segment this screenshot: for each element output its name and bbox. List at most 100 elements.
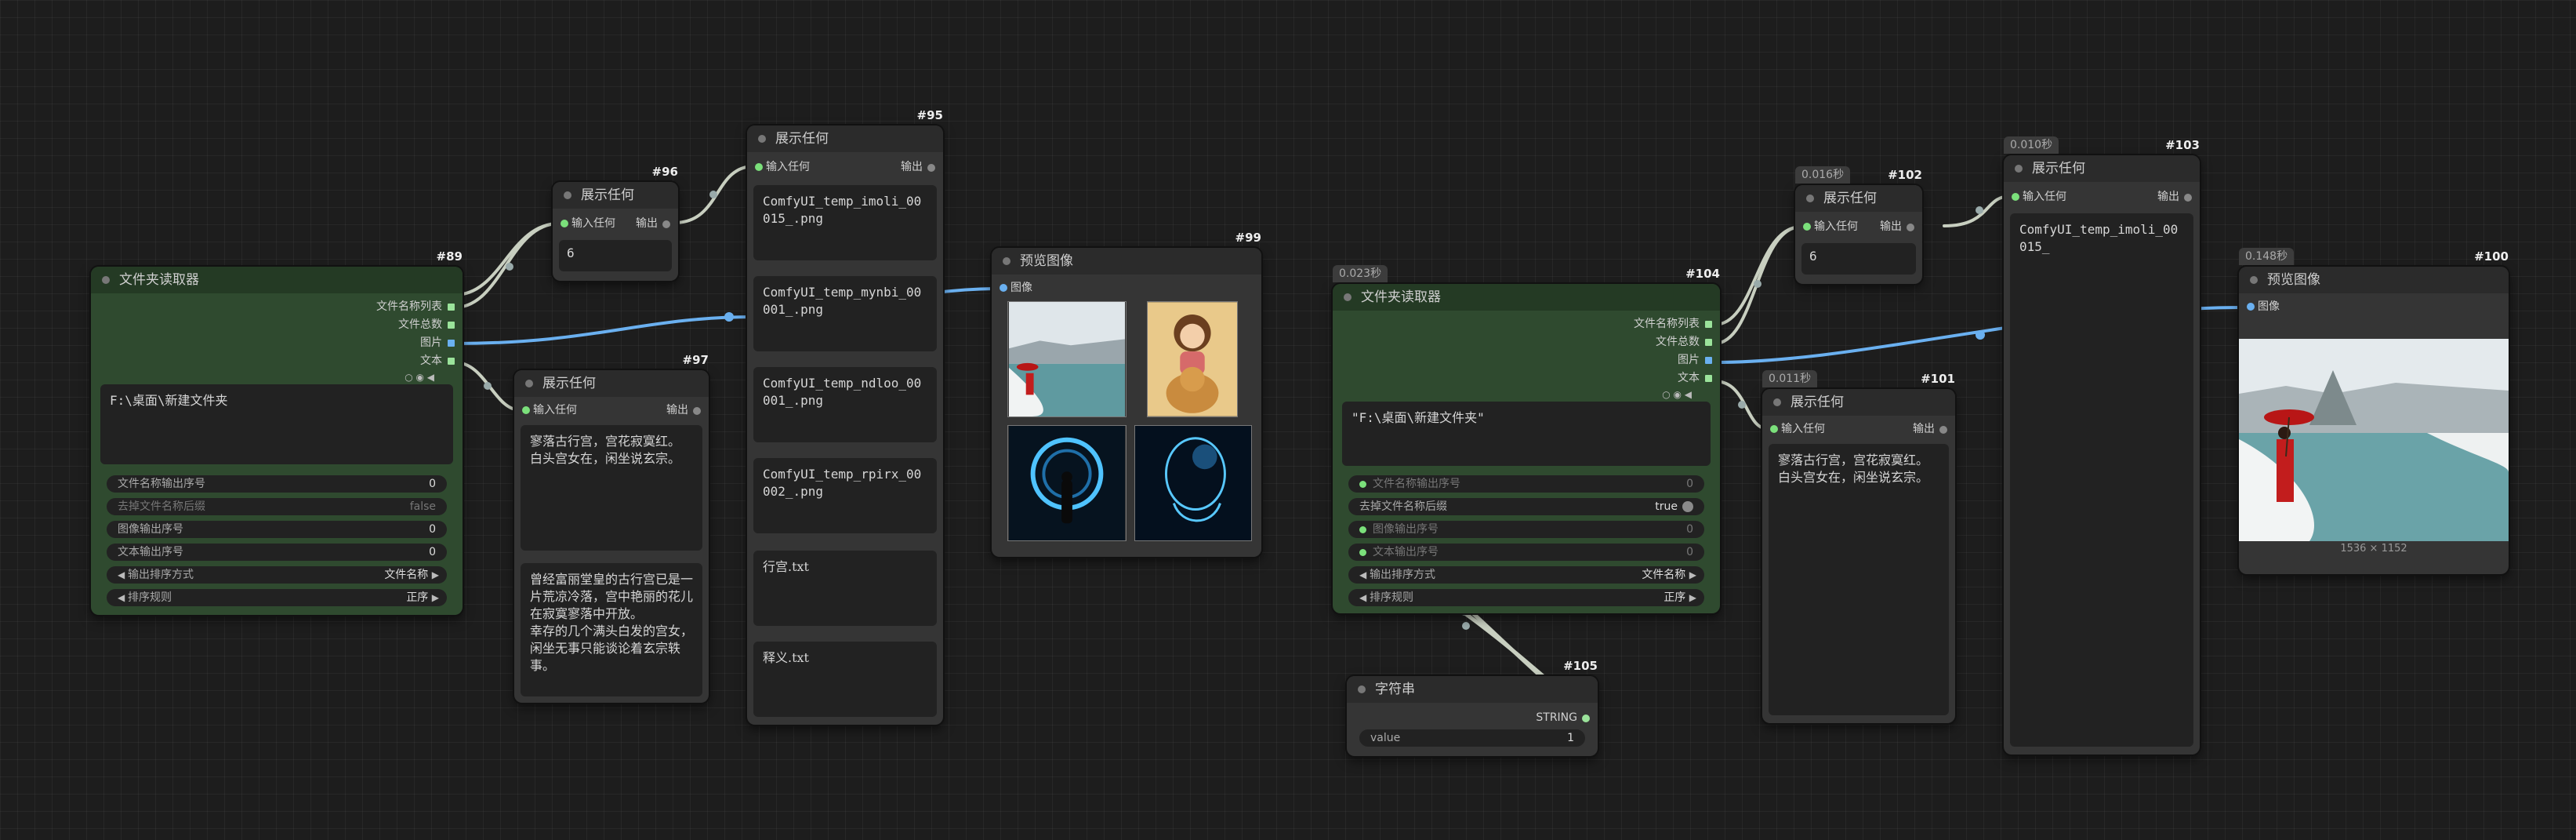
output-any[interactable]: 输出 <box>2157 188 2179 205</box>
output-socket-icon[interactable] <box>1705 339 1712 346</box>
output-socket-icon[interactable] <box>1705 357 1712 364</box>
display-textarea[interactable]: 释义.txt <box>753 642 937 717</box>
widget-image-index[interactable]: 图像输出序号 0 <box>1348 521 1704 538</box>
node-title-bar[interactable]: 展示任何 <box>1795 185 1922 212</box>
output-text[interactable]: 文本 <box>1678 369 1700 387</box>
output-socket-icon[interactable] <box>1705 375 1712 382</box>
output-any[interactable]: 输出 <box>636 215 658 232</box>
collapse-dot-icon[interactable] <box>564 191 571 199</box>
widget-text-index[interactable]: 文本输出序号 0 <box>1348 544 1704 561</box>
output-socket-icon[interactable] <box>2184 194 2192 202</box>
output-image[interactable]: 图片 <box>1678 351 1700 369</box>
image-thumbnail-snow-lake[interactable] <box>1007 301 1127 417</box>
output-file-count[interactable]: 文件总数 <box>398 316 442 333</box>
output-socket-icon[interactable] <box>1939 426 1947 434</box>
image-thumbnail-cyber-head[interactable] <box>1134 425 1252 541</box>
output-socket-icon[interactable] <box>448 322 455 329</box>
node-preview-image-100[interactable]: 0.148秒 #100 预览图像 图像 1536 × 1152 <box>2239 248 2509 574</box>
collapse-dot-icon[interactable] <box>525 380 533 387</box>
node-title-bar[interactable]: 展示任何 <box>553 182 678 209</box>
input-socket-icon[interactable] <box>522 406 530 414</box>
display-textarea[interactable]: ComfyUI_temp_imoli_00015_.png <box>753 185 937 260</box>
widget-input-socket-icon[interactable] <box>1359 548 1366 556</box>
left-arrow-icon[interactable]: ◀ <box>118 569 128 580</box>
output-socket-icon[interactable] <box>662 220 670 228</box>
input-socket-icon[interactable] <box>755 163 763 171</box>
output-any[interactable]: 输出 <box>901 158 923 176</box>
node-title-bar[interactable]: 展示任何 <box>747 125 943 152</box>
input-socket-icon[interactable] <box>2247 303 2255 311</box>
node-show-any-97[interactable]: #97 展示任何 输入任何 输出 寥落古行宫，宫花寂寞红。 白头宫女在，闲坐说玄… <box>514 353 709 703</box>
output-socket-icon[interactable] <box>693 407 701 415</box>
preview-image-snow-lake[interactable] <box>2239 339 2509 541</box>
node-string-105[interactable]: #105 字符串 STRING value 1 <box>1347 659 1598 756</box>
node-show-any-103[interactable]: 0.010秒 #103 展示任何 输入任何 输出 ComfyUI_temp_im… <box>2004 136 2200 755</box>
output-socket-icon[interactable] <box>448 340 455 347</box>
output-filename-list[interactable]: 文件名称列表 <box>376 298 442 315</box>
widget-filename-index[interactable]: 文件名称输出序号 0 <box>107 475 447 493</box>
output-socket-icon[interactable] <box>448 358 455 365</box>
output-file-count[interactable]: 文件总数 <box>1656 333 1700 351</box>
output-socket-icon[interactable] <box>1582 715 1590 722</box>
image-thumbnail-girl-dog[interactable] <box>1147 301 1238 417</box>
display-textarea[interactable]: 6 <box>1801 243 1916 275</box>
node-title-bar[interactable]: 预览图像 <box>2239 267 2509 293</box>
widget-strip-suffix[interactable]: 去掉文件名称后缀 false <box>107 498 447 515</box>
input-any[interactable]: 输入任何 <box>1795 218 1922 235</box>
widget-sort-order[interactable]: ◀ 排序规则 正序 ▶ <box>107 589 447 606</box>
widget-input-socket-icon[interactable] <box>1359 525 1366 533</box>
node-show-any-101[interactable]: 0.011秒 #101 展示任何 输入任何 输出 寥落古行宫，宫花寂寞红。 白头… <box>1762 370 1955 723</box>
display-textarea[interactable]: 曾经富丽堂皇的古行宫已是一片荒凉冷落，宫中艳丽的花儿在寂寞寥落中开放。 幸存的几… <box>521 563 702 696</box>
widget-sort-order[interactable]: ◀ 排序规则 正序 ▶ <box>1348 589 1704 606</box>
widget-input-socket-icon[interactable] <box>1359 480 1366 488</box>
widget-text-index[interactable]: 文本输出序号 0 <box>107 544 447 561</box>
right-arrow-icon[interactable]: ▶ <box>432 569 439 580</box>
widget-filename-index[interactable]: 文件名称输出序号 0 <box>1348 475 1704 493</box>
output-any[interactable]: 输出 <box>1913 420 1935 438</box>
node-title-bar[interactable]: 文件夹读取器 <box>1333 284 1720 311</box>
widget-image-index[interactable]: 图像输出序号 0 <box>107 521 447 538</box>
output-socket-icon[interactable] <box>1705 321 1712 328</box>
node-title-bar[interactable]: 预览图像 <box>992 248 1261 275</box>
output-socket-icon[interactable] <box>448 304 455 311</box>
node-title-bar[interactable]: 展示任何 <box>514 370 709 397</box>
input-socket-icon[interactable] <box>1000 284 1007 292</box>
output-string[interactable]: STRING <box>1536 709 1577 726</box>
node-show-any-95[interactable]: #95 展示任何 输入任何 输出 ComfyUI_temp_imoli_0001… <box>747 108 943 725</box>
node-title-bar[interactable]: 展示任何 <box>2004 155 2200 182</box>
node-title-bar[interactable]: 文件夹读取器 <box>91 267 463 293</box>
widget-sort-mode[interactable]: ◀ 输出排序方式 文件名称 ▶ <box>1348 566 1704 584</box>
output-any[interactable]: 输出 <box>666 402 688 419</box>
output-image[interactable]: 图片 <box>420 334 442 351</box>
input-any[interactable]: 输入任何 <box>553 215 678 232</box>
collapse-dot-icon[interactable] <box>102 276 110 284</box>
node-preview-image-99[interactable]: #99 预览图像 图像 <box>992 231 1261 557</box>
right-arrow-icon[interactable]: ▶ <box>1689 592 1696 603</box>
output-socket-icon[interactable] <box>927 164 935 172</box>
collapse-dot-icon[interactable] <box>1358 685 1366 693</box>
node-show-any-102[interactable]: 0.016秒 #102 展示任何 输入任何 输出 6 <box>1795 166 1922 284</box>
collapse-dot-icon[interactable] <box>2015 165 2023 173</box>
widget-value[interactable]: value 1 <box>1359 729 1585 747</box>
output-socket-icon[interactable] <box>1907 224 1914 231</box>
collapse-dot-icon[interactable] <box>1806 195 1814 202</box>
path-textarea[interactable]: "F:\桌面\新建文件夹" <box>1342 402 1711 466</box>
input-socket-icon[interactable] <box>561 220 568 227</box>
node-title-bar[interactable]: 展示任何 <box>1762 389 1955 416</box>
path-textarea[interactable]: F:\桌面\新建文件夹 <box>100 384 453 464</box>
node-show-any-96[interactable]: #96 展示任何 输入任何 输出 6 <box>553 165 678 281</box>
display-textarea[interactable]: ComfyUI_temp_mynbi_00001_.png <box>753 276 937 351</box>
widget-strip-suffix[interactable]: 去掉文件名称后缀 true <box>1348 498 1704 515</box>
input-socket-icon[interactable] <box>1803 223 1811 231</box>
display-textarea[interactable]: 寥落古行宫，宫花寂寞红。 白头宫女在，闲坐说玄宗。 <box>521 425 702 551</box>
display-textarea[interactable]: ComfyUI_temp_rpirx_00002_.png <box>753 458 937 533</box>
right-arrow-icon[interactable]: ▶ <box>1689 569 1696 580</box>
output-text[interactable]: 文本 <box>420 352 442 369</box>
input-image[interactable]: 图像 <box>992 279 1148 296</box>
right-arrow-icon[interactable]: ▶ <box>432 592 439 603</box>
left-arrow-icon[interactable]: ◀ <box>1359 592 1370 603</box>
display-textarea[interactable]: 行宫.txt <box>753 551 937 626</box>
node-folder-reader-89[interactable]: #89 文件夹读取器 文件名称列表 文件总数 图片 文本 ○ ◉ ◀ F:\桌面… <box>91 249 463 615</box>
input-socket-icon[interactable] <box>1770 425 1778 433</box>
widget-sort-mode[interactable]: ◀ 输出排序方式 文件名称 ▶ <box>107 566 447 584</box>
